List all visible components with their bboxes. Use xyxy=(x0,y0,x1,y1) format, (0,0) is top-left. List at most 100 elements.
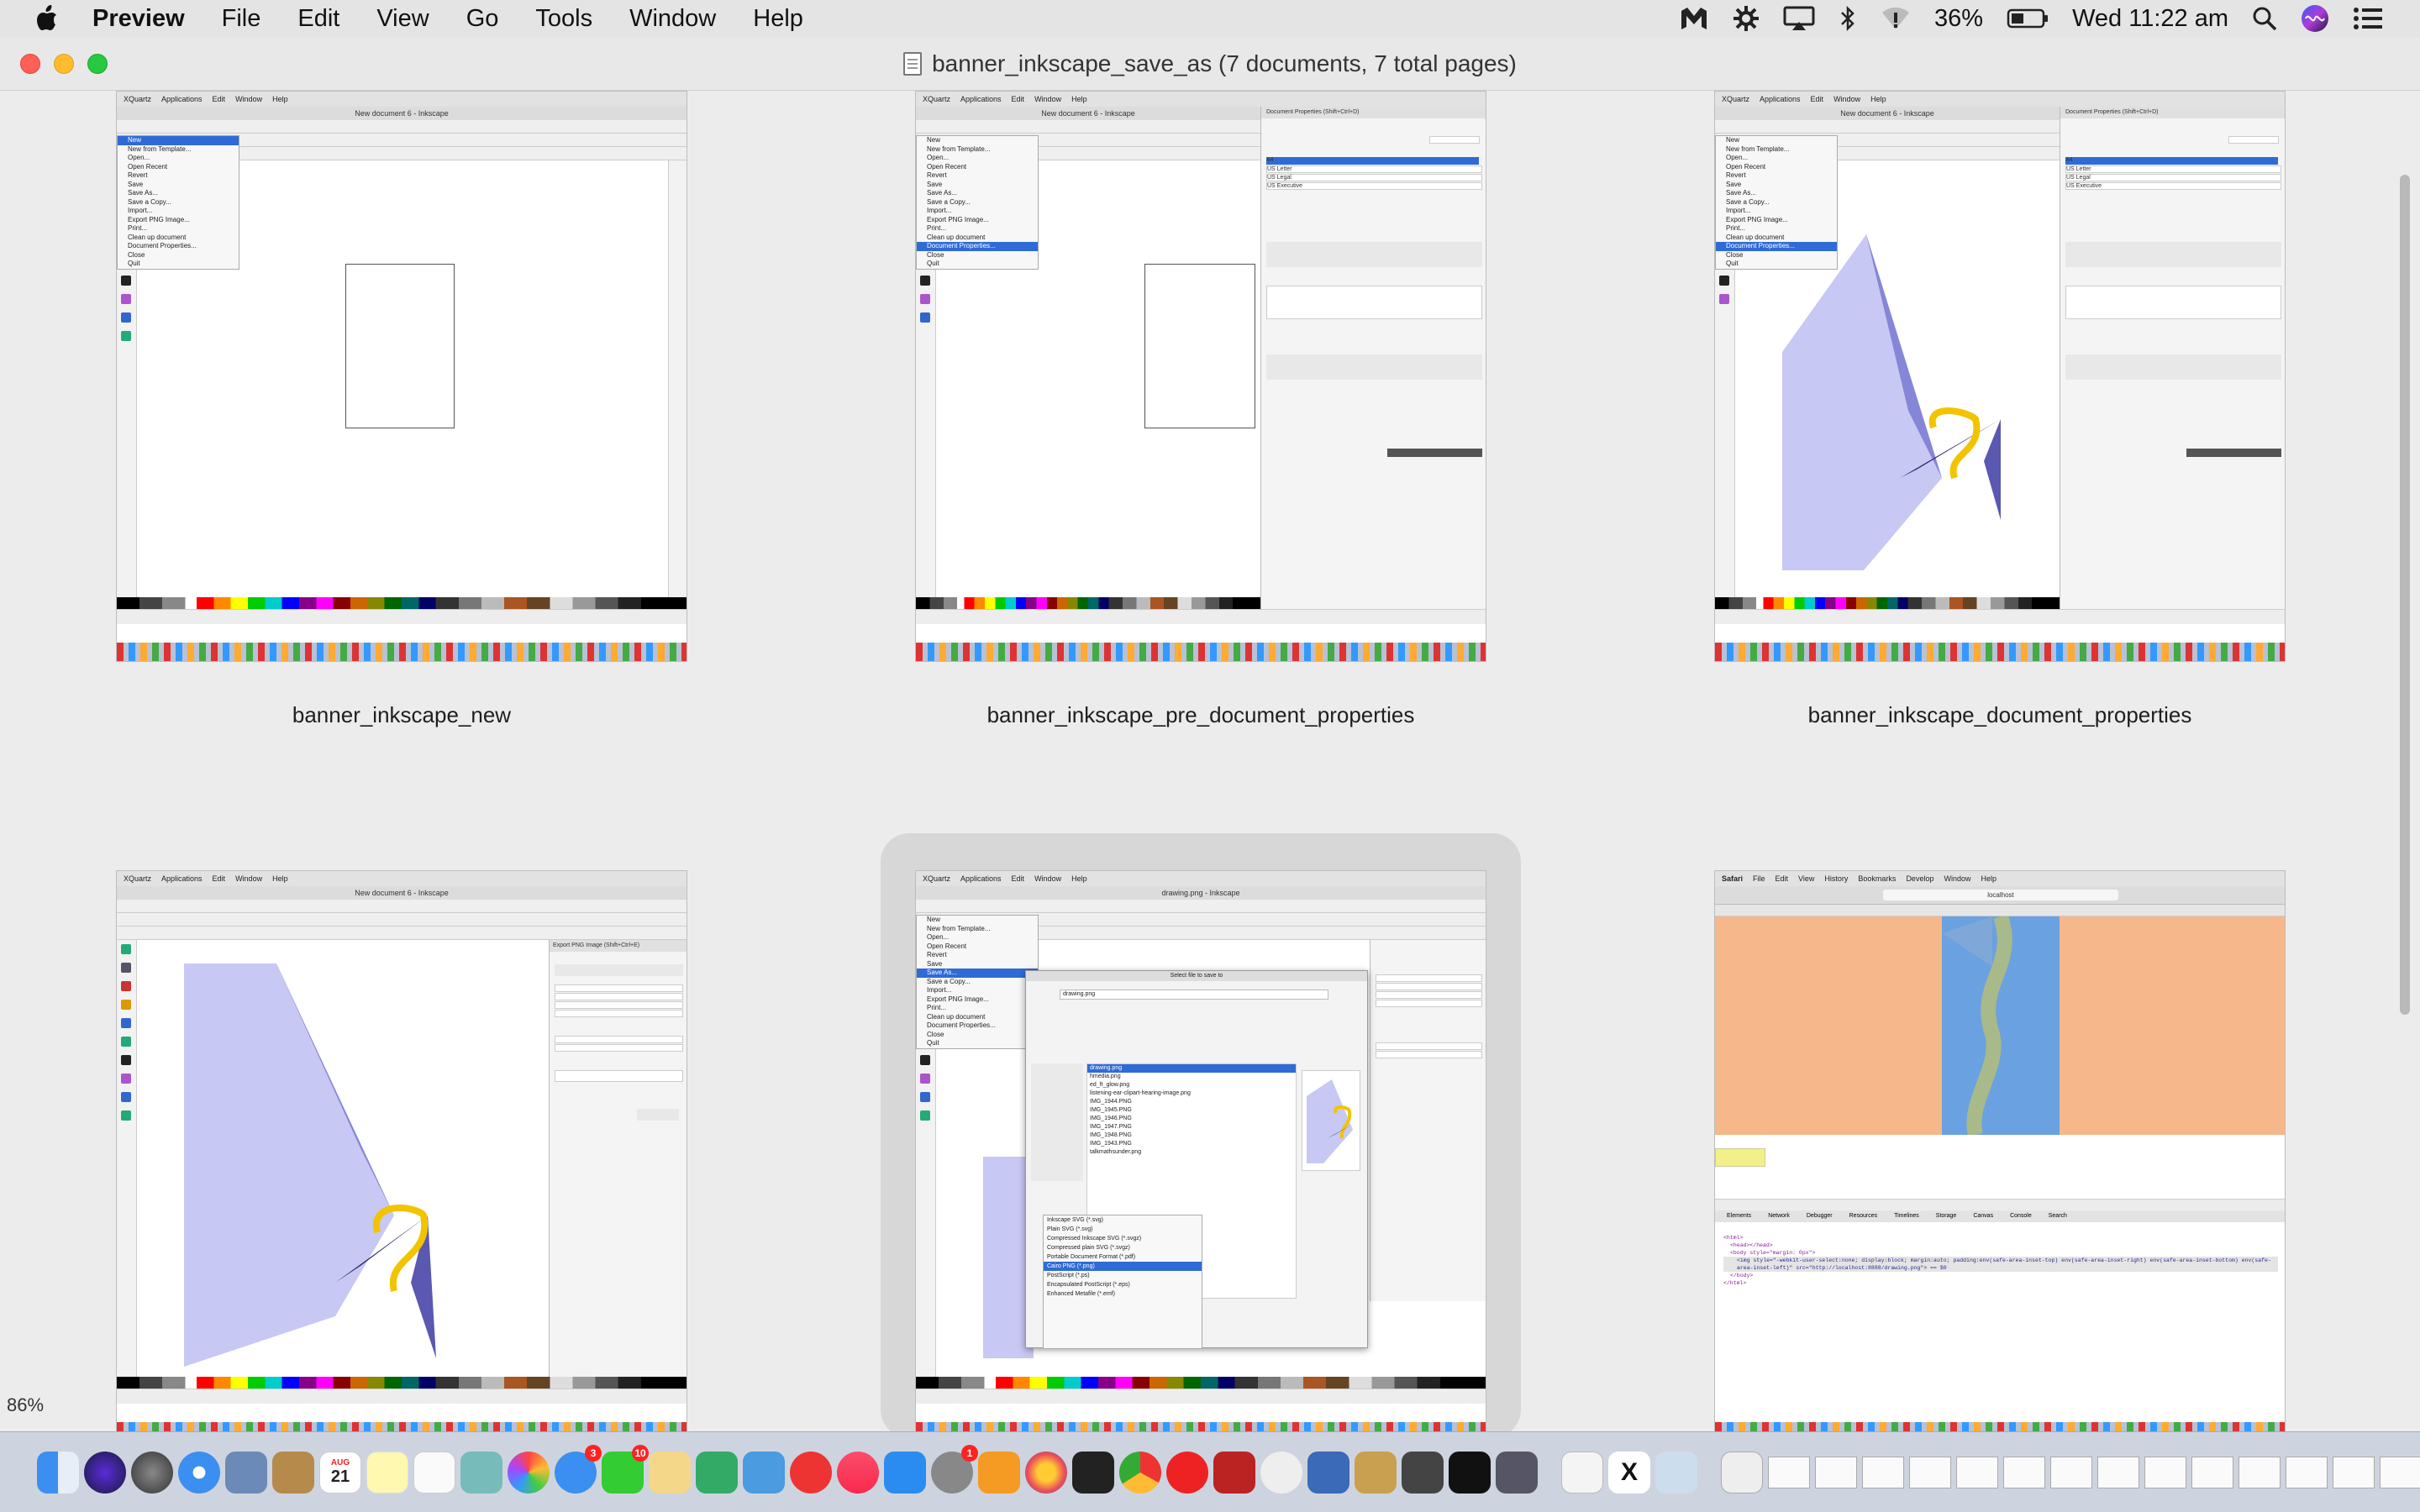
minimized-window-thumbnail[interactable] xyxy=(1815,1456,1857,1488)
thumbnail-banner-inkscape-pre-document-properties[interactable]: XQuartz Applications Edit Window Help Ne… xyxy=(915,91,1486,727)
document-stack-icon[interactable] xyxy=(1721,1451,1763,1494)
vertical-scrollbar[interactable] xyxy=(2400,175,2410,1015)
thumbnail-banner-safari-localhost[interactable]: Safari File Edit View History Bookmarks … xyxy=(1714,870,2286,1431)
photo-viewer-icon[interactable] xyxy=(225,1451,267,1494)
stickies-icon[interactable] xyxy=(366,1451,408,1494)
menu-window[interactable]: Window xyxy=(611,0,734,37)
mini-menu-entry: Save a Copy... xyxy=(927,977,971,985)
minimized-window-thumbnail[interactable] xyxy=(1768,1456,1810,1488)
xcode-icon[interactable] xyxy=(1307,1451,1349,1494)
chrome-icon[interactable] xyxy=(1119,1451,1161,1494)
thumbnail-image[interactable]: XQuartz Applications Edit Window Help Ne… xyxy=(915,91,1486,662)
minimized-window-thumbnail[interactable] xyxy=(2191,1456,2233,1488)
thumbnail-banner-inkscape-export-png[interactable]: XQuartz Applications Edit Window Help Ne… xyxy=(116,870,687,1431)
mini-palette xyxy=(916,597,1260,609)
firefox-icon[interactable] xyxy=(1025,1451,1067,1494)
inkscape-icon[interactable] xyxy=(1496,1451,1538,1494)
bluetooth-icon[interactable] xyxy=(1827,0,1869,37)
siri-icon[interactable] xyxy=(2289,0,2341,37)
mini-inkscape-title: New document 6 - Inkscape xyxy=(117,886,687,900)
amazon-icon[interactable] xyxy=(978,1451,1020,1494)
airplay-icon[interactable] xyxy=(1771,0,1827,37)
menu-tools[interactable]: Tools xyxy=(517,0,611,37)
minimized-window-thumbnail[interactable] xyxy=(2286,1456,2328,1488)
thumbnail-banner-inkscape-document-properties[interactable]: XQuartz Applications Edit Window Help Ne… xyxy=(1714,91,2286,727)
filezilla-icon[interactable] xyxy=(1213,1451,1255,1494)
menu-go[interactable]: Go xyxy=(448,0,518,37)
malwarebytes-icon[interactable] xyxy=(1667,0,1721,37)
launchpad-rocket-icon[interactable] xyxy=(131,1451,173,1494)
menu-file[interactable]: File xyxy=(203,0,280,37)
system-preferences-icon[interactable]: 1 xyxy=(931,1444,978,1494)
wifi-warning-icon[interactable] xyxy=(1869,0,1923,37)
minimized-window-thumbnail[interactable] xyxy=(2003,1456,2045,1488)
thumbnail-image[interactable]: XQuartz Applications Edit Window Help Ne… xyxy=(116,91,687,662)
mini-menu-entry: Clean up document xyxy=(1726,233,1785,241)
finder-icon[interactable] xyxy=(37,1451,79,1494)
minimized-window-thumbnail[interactable] xyxy=(2333,1456,2375,1488)
elephant-app-icon[interactable] xyxy=(1260,1451,1302,1494)
keynote-icon[interactable] xyxy=(743,1451,785,1494)
spotlight-search-icon[interactable] xyxy=(2240,0,2289,37)
menu-help[interactable]: Help xyxy=(734,0,822,37)
battery-icon[interactable] xyxy=(1995,0,2060,37)
screenshot-icon[interactable] xyxy=(1655,1451,1697,1494)
mini-menu-entry: Document Properties... xyxy=(927,1021,996,1029)
menu-edit[interactable]: Edit xyxy=(279,0,358,37)
notification-center-icon[interactable] xyxy=(2341,0,2395,37)
clock[interactable]: Wed 11:22 am xyxy=(2060,0,2240,37)
thumbnail-image[interactable]: XQuartz Applications Edit Window Help Ne… xyxy=(1714,91,2286,662)
minimized-window-thumbnail[interactable] xyxy=(1956,1456,1998,1488)
mini-menu-entry: Close xyxy=(927,250,944,259)
mini-menu-label: XQuartz xyxy=(923,874,951,883)
mini-menu-label: Window xyxy=(235,95,263,103)
preview-app-icon[interactable] xyxy=(649,1451,691,1494)
mini-dom-line: <body style="margin: 0px"> xyxy=(1730,1250,1816,1256)
script-editor-icon[interactable] xyxy=(1402,1451,1444,1494)
settings-gear-app-icon[interactable] xyxy=(1721,0,1771,37)
notes-brown-icon[interactable] xyxy=(272,1451,314,1494)
safari-compass-icon[interactable] xyxy=(178,1451,220,1494)
menu-view[interactable]: View xyxy=(358,0,447,37)
window-titlebar[interactable]: banner_inkscape_save_as (7 documents, 7 … xyxy=(0,37,2420,91)
minimized-window-thumbnail[interactable] xyxy=(1909,1456,1951,1488)
minimized-window-thumbnail[interactable] xyxy=(2238,1456,2281,1488)
battery-percent[interactable]: 36% xyxy=(1923,0,1995,37)
minimized-window-thumbnail[interactable] xyxy=(2380,1456,2420,1488)
thumbnail-image[interactable]: XQuartz Applications Edit Window Help dr… xyxy=(915,870,1486,1431)
thumbnail-banner-inkscape-save-as-selected[interactable]: XQuartz Applications Edit Window Help dr… xyxy=(881,833,1521,1431)
mini-menu-entry: Save xyxy=(927,959,943,968)
playstation-icon[interactable] xyxy=(1072,1451,1114,1494)
facetime-icon[interactable]: 10 xyxy=(602,1444,649,1494)
app-menu-preview[interactable]: Preview xyxy=(71,0,203,37)
photos-icon[interactable] xyxy=(508,1451,550,1494)
minimized-window-thumbnail[interactable] xyxy=(2097,1456,2139,1488)
maps-icon[interactable] xyxy=(460,1451,502,1494)
news-icon[interactable] xyxy=(790,1451,832,1494)
thumbnail-image[interactable]: XQuartz Applications Edit Window Help Ne… xyxy=(116,870,687,1431)
minimized-window-thumbnail[interactable] xyxy=(2050,1456,2092,1488)
utility-app-icon[interactable] xyxy=(1355,1451,1397,1494)
numbers-icon[interactable] xyxy=(696,1451,738,1494)
calendar-icon[interactable]: AUG 21 xyxy=(319,1451,361,1494)
mini-menu-label: Edit xyxy=(1775,874,1789,883)
thumbnail-image[interactable]: Safari File Edit View History Bookmarks … xyxy=(1714,870,2286,1431)
minimized-window-thumbnail[interactable] xyxy=(2144,1456,2186,1488)
xquartz-icon[interactable]: X xyxy=(1608,1451,1650,1494)
thumbnail-banner-inkscape-new[interactable]: XQuartz Applications Edit Window Help Ne… xyxy=(116,91,687,727)
textedit-icon[interactable] xyxy=(1561,1451,1603,1494)
terminal-icon[interactable] xyxy=(1449,1451,1491,1494)
reminders-icon[interactable] xyxy=(413,1451,455,1494)
app-store-icon[interactable] xyxy=(884,1451,926,1494)
messages-icon[interactable]: 3 xyxy=(555,1444,602,1494)
minimized-window-thumbnail[interactable] xyxy=(1862,1456,1904,1488)
siri-dock-icon[interactable] xyxy=(84,1451,126,1494)
document-icon[interactable] xyxy=(903,51,923,76)
opera-icon[interactable] xyxy=(1166,1451,1208,1494)
mini-export-panel xyxy=(1370,940,1486,1301)
music-icon[interactable] xyxy=(837,1451,879,1494)
mini-menu-label: XQuartz xyxy=(124,874,152,883)
apple-menu-icon[interactable] xyxy=(24,0,71,37)
mini-file-preview xyxy=(1302,1070,1360,1171)
mini-paper-size: US Letter xyxy=(2065,165,2281,173)
